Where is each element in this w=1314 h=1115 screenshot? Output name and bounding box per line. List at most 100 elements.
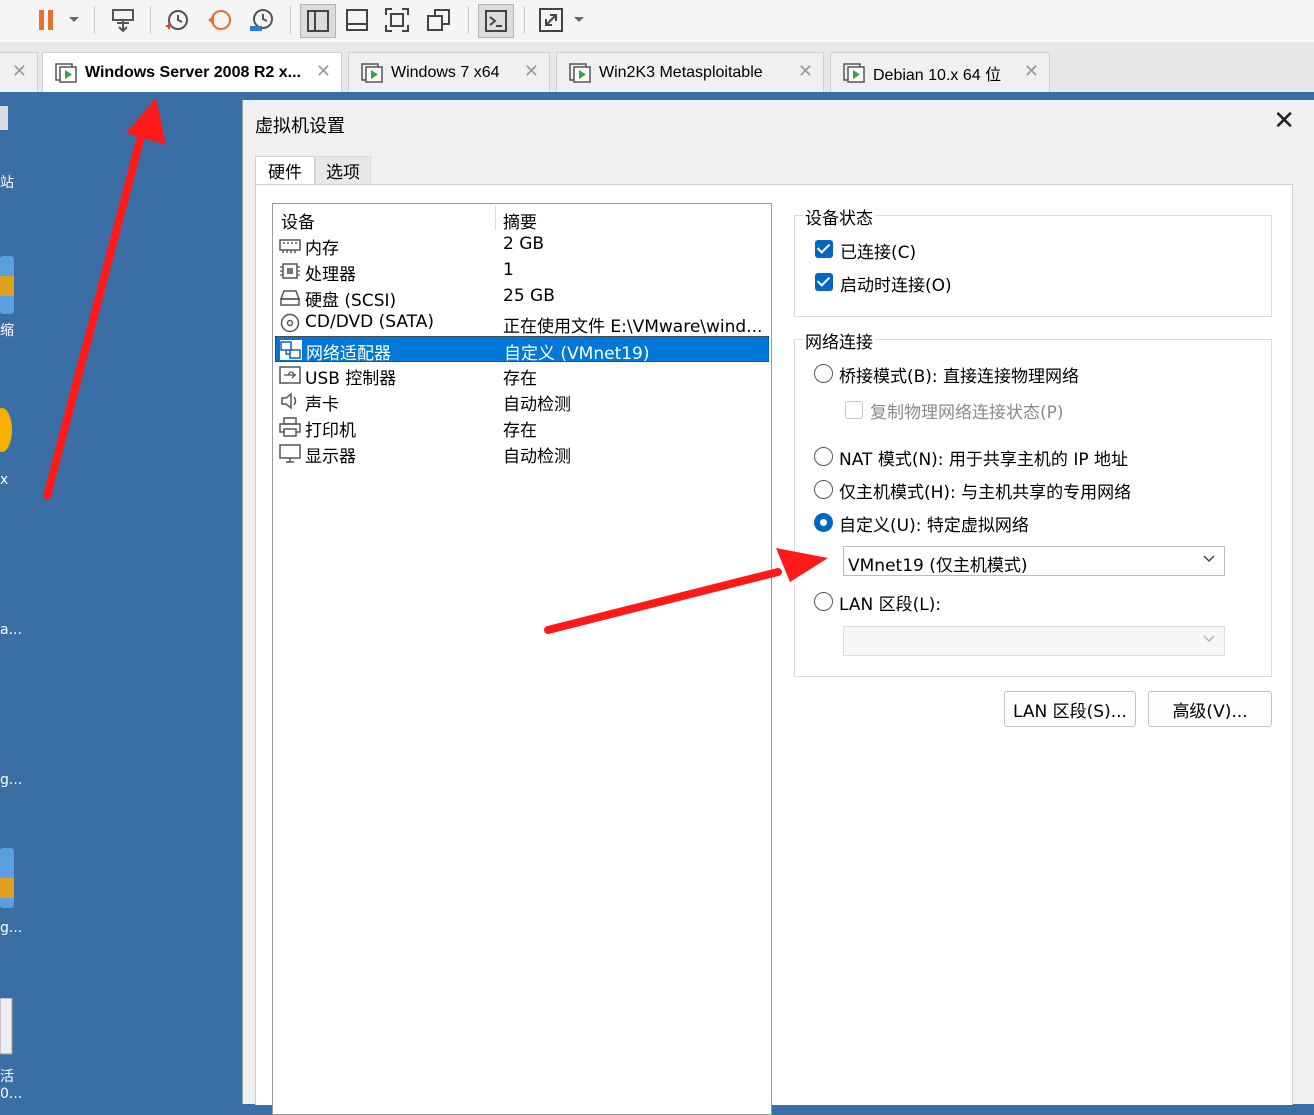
snapshot-icon[interactable] bbox=[160, 4, 194, 36]
lan-segment-select[interactable] bbox=[843, 626, 1225, 656]
send-keys-icon[interactable] bbox=[106, 4, 140, 36]
device-row-cd-dvd[interactable]: CD/DVD (SATA) 正在使用文件 E:\VMware\wind... bbox=[275, 310, 769, 337]
close-icon[interactable]: ✕ bbox=[798, 61, 813, 82]
fullscreen-icon[interactable] bbox=[380, 4, 414, 36]
device-name: 网络适配器 bbox=[306, 344, 391, 364]
device-row-sound[interactable]: 声卡 自动检测 bbox=[275, 388, 769, 415]
lan-segment-radio[interactable] bbox=[814, 592, 833, 611]
nat-label[interactable]: NAT 模式(N): 用于共享主机的 IP 地址 bbox=[839, 445, 1128, 470]
device-name: 显示器 bbox=[305, 447, 356, 467]
host-only-label[interactable]: 仅主机模式(H): 与主机共享的专用网络 bbox=[839, 478, 1131, 503]
device-row-hard-disk[interactable]: 硬盘 (SCSI) 25 GB bbox=[275, 284, 769, 311]
tab-windows-7[interactable]: Windows 7 x64 ✕ bbox=[348, 52, 550, 92]
device-summary: 自动检测 bbox=[503, 395, 571, 415]
close-icon[interactable]: ✕ bbox=[524, 61, 539, 82]
column-header-summary[interactable]: 摘要 bbox=[503, 208, 537, 233]
device-summary: 存在 bbox=[503, 421, 537, 441]
desktop-label: 缩 bbox=[0, 323, 14, 339]
bridged-radio[interactable] bbox=[814, 364, 833, 383]
close-icon[interactable]: ✕ bbox=[12, 61, 27, 82]
nat-radio[interactable] bbox=[814, 447, 833, 466]
tab-hardware[interactable]: 硬件 bbox=[255, 156, 315, 184]
vm-tab-bar: ✕ Windows Server 2008 R2 x... ✕ Windows … bbox=[0, 42, 1314, 92]
tab-debian[interactable]: Debian 10.x 64 位 ✕ bbox=[830, 52, 1050, 92]
app-icon[interactable] bbox=[0, 402, 14, 458]
device-list[interactable]: 设备 摘要 内存 2 GB 处理器 1 硬盘 (SCSI) 25 GB CD/D… bbox=[272, 203, 772, 1115]
cd-dvd-icon bbox=[280, 313, 300, 333]
tab-win2k3[interactable]: Win2K3 Metasploitable ✕ bbox=[556, 52, 824, 92]
advanced-button[interactable]: 高级(V)... bbox=[1148, 691, 1272, 727]
document-icon[interactable] bbox=[0, 998, 14, 1056]
stretch-dropdown-icon[interactable] bbox=[570, 4, 588, 36]
usb-icon bbox=[279, 366, 301, 384]
custom-radio[interactable] bbox=[814, 513, 833, 532]
connected-label[interactable]: 已连接(C) bbox=[840, 238, 916, 263]
device-row-network-adapter[interactable]: 网络适配器 自定义 (VMnet19) bbox=[275, 336, 769, 364]
device-summary: 1 bbox=[503, 260, 514, 280]
display-icon bbox=[279, 444, 301, 463]
memory-icon bbox=[279, 239, 301, 253]
guest-desktop: 站 缩 x a... g... g... 活 0... bbox=[0, 92, 242, 1104]
chevron-down-icon bbox=[1203, 555, 1215, 563]
dialog-title: 虚拟机设置 bbox=[255, 116, 345, 137]
device-status-group: 设备状态 已连接(C) 启动时连接(O) bbox=[794, 204, 1272, 317]
button-label: 高级(V)... bbox=[1172, 701, 1248, 722]
device-name: CD/DVD (SATA) bbox=[305, 312, 434, 332]
hardware-panel: 设备 摘要 内存 2 GB 处理器 1 硬盘 (SCSI) 25 GB CD/D… bbox=[255, 184, 1293, 1115]
close-icon[interactable]: ✕ bbox=[1024, 61, 1039, 82]
terminal-icon[interactable] bbox=[478, 4, 514, 38]
host-only-radio[interactable] bbox=[814, 480, 833, 499]
archive-icon[interactable] bbox=[0, 256, 16, 316]
custom-network-select[interactable]: VMnet19 (仅主机模式) bbox=[843, 546, 1225, 576]
tab-windows-server-2008[interactable]: Windows Server 2008 R2 x... ✕ bbox=[42, 52, 342, 92]
replicate-state-label[interactable]: 复制物理网络连接状态(P) bbox=[870, 398, 1064, 423]
tab-partial[interactable]: ✕ bbox=[0, 52, 38, 92]
column-header-device[interactable]: 设备 bbox=[281, 208, 315, 233]
vm-icon bbox=[843, 62, 865, 83]
device-summary: 2 GB bbox=[503, 234, 545, 254]
connect-at-power-on-label[interactable]: 启动时连接(O) bbox=[840, 271, 952, 296]
device-row-usb[interactable]: USB 控制器 存在 bbox=[275, 362, 769, 389]
tab-label: Windows Server 2008 R2 x... bbox=[85, 63, 301, 81]
group-title: 网络连接 bbox=[803, 328, 875, 353]
button-label: LAN 区段(S)... bbox=[1013, 701, 1127, 722]
revert-icon[interactable] bbox=[202, 4, 236, 36]
printer-icon bbox=[279, 417, 301, 437]
desktop-label: 活 bbox=[0, 1069, 14, 1085]
connected-checkbox[interactable] bbox=[815, 240, 833, 258]
connect-at-power-on-checkbox[interactable] bbox=[815, 273, 833, 291]
close-icon[interactable]: ✕ bbox=[1273, 106, 1295, 136]
lan-segment-label[interactable]: LAN 区段(L): bbox=[839, 590, 941, 615]
close-icon[interactable]: ✕ bbox=[316, 61, 331, 82]
device-summary: 存在 bbox=[503, 369, 537, 389]
folder-app-icon[interactable] bbox=[0, 848, 16, 910]
desktop-label: 站 bbox=[0, 175, 14, 191]
console-view-icon[interactable] bbox=[340, 4, 374, 36]
custom-label[interactable]: 自定义(U): 特定虚拟网络 bbox=[839, 511, 1029, 536]
pause-icon[interactable] bbox=[30, 4, 62, 36]
sound-icon bbox=[281, 392, 297, 410]
network-connection-group: 网络连接 桥接模式(B): 直接连接物理网络 复制物理网络连接状态(P) NAT… bbox=[794, 328, 1272, 677]
recycle-bin-icon[interactable] bbox=[0, 102, 12, 132]
library-view-icon[interactable] bbox=[300, 4, 336, 38]
vm-icon bbox=[569, 62, 591, 83]
device-row-printer[interactable]: 打印机 存在 bbox=[275, 414, 769, 441]
tab-label: Win2K3 Metasploitable bbox=[599, 63, 763, 81]
device-name: 硬盘 (SCSI) bbox=[305, 291, 397, 311]
stretch-icon[interactable] bbox=[534, 4, 568, 36]
desktop-label: a... bbox=[0, 622, 22, 638]
tab-label: 选项 bbox=[326, 163, 360, 183]
device-row-memory[interactable]: 内存 2 GB bbox=[275, 232, 769, 259]
bridged-label[interactable]: 桥接模式(B): 直接连接物理网络 bbox=[839, 362, 1079, 387]
snapshot-manager-icon[interactable] bbox=[244, 4, 278, 36]
device-row-display[interactable]: 显示器 自动检测 bbox=[275, 440, 769, 467]
replicate-state-checkbox[interactable] bbox=[845, 401, 863, 419]
desktop-label: x bbox=[0, 472, 9, 488]
lan-segments-button[interactable]: LAN 区段(S)... bbox=[1004, 691, 1136, 727]
device-name: 处理器 bbox=[305, 265, 356, 285]
device-row-cpu[interactable]: 处理器 1 bbox=[275, 258, 769, 285]
dropdown-icon[interactable] bbox=[64, 4, 84, 36]
tab-options[interactable]: 选项 bbox=[315, 156, 371, 184]
device-name: 声卡 bbox=[305, 395, 339, 415]
unity-icon[interactable] bbox=[422, 4, 456, 36]
